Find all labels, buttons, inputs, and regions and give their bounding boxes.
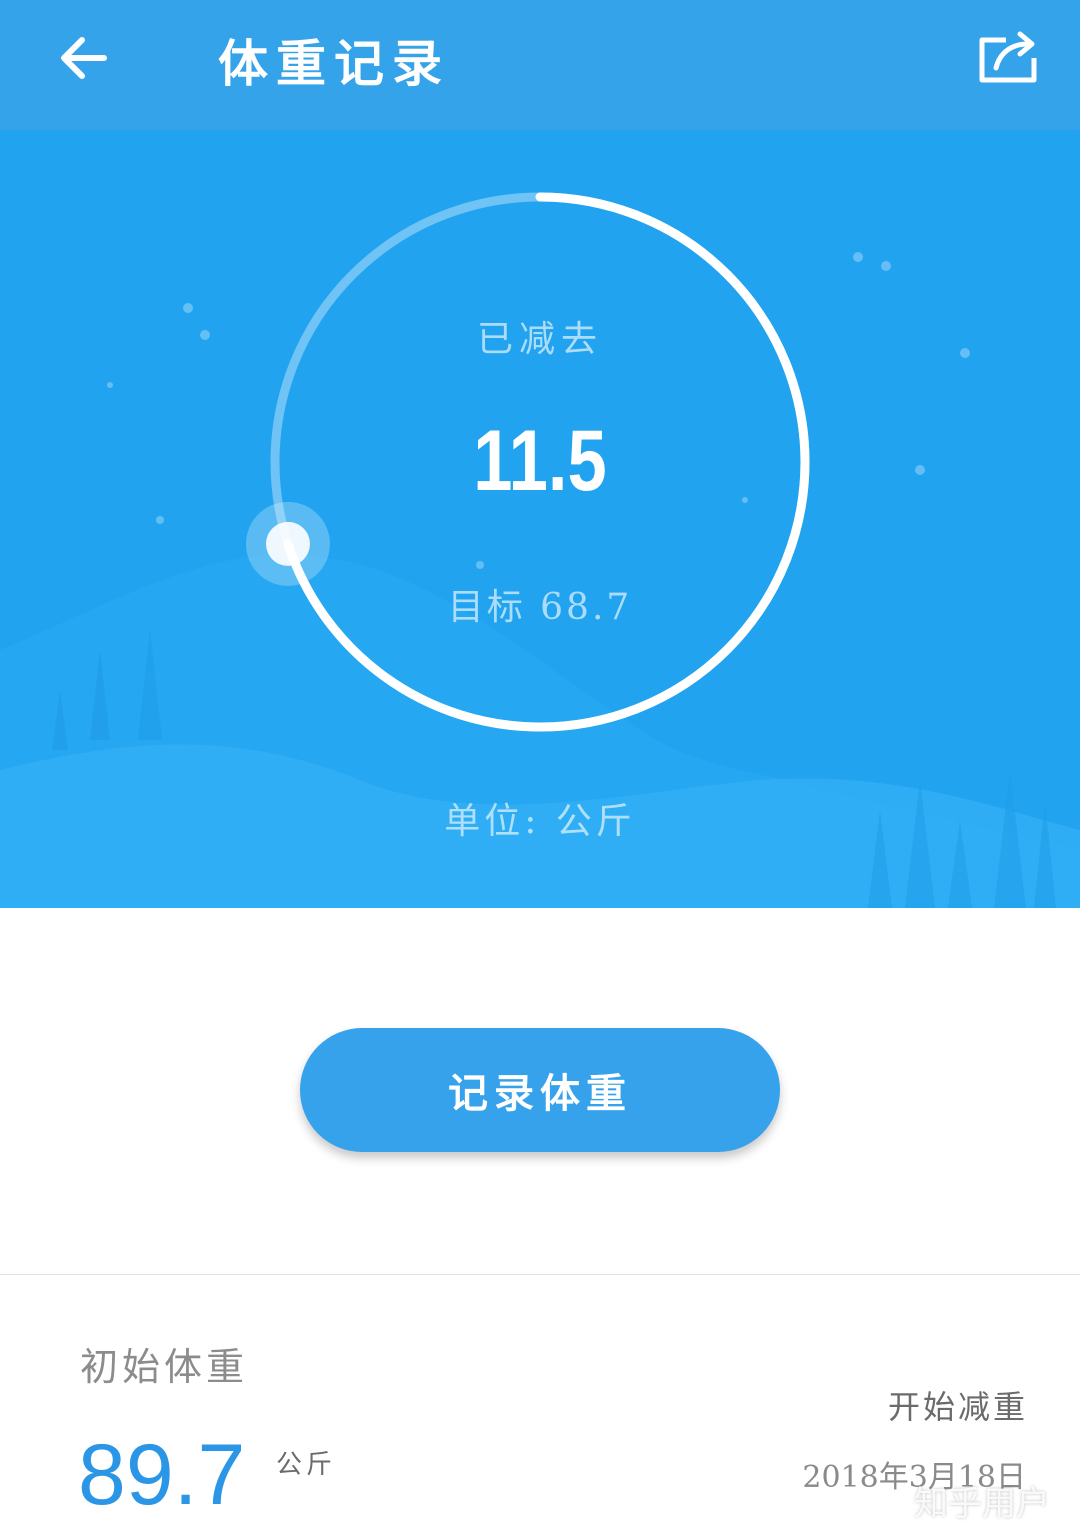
weight-progress-panel: 已减去 11.5 目标 68.7 单位: 公斤 bbox=[0, 130, 1080, 908]
app-bar: 体重记录 bbox=[0, 0, 1080, 130]
lost-label: 已减去 bbox=[476, 319, 603, 360]
record-weight-button[interactable]: 记录体重 bbox=[300, 1028, 780, 1152]
start-label: 开始减重 bbox=[887, 1388, 1028, 1426]
initial-weight-label: 初始体重 bbox=[80, 1345, 249, 1389]
initial-weight-unit: 公斤 bbox=[276, 1450, 337, 1480]
initial-weight-value: 89.7 bbox=[78, 1427, 246, 1523]
lost-value: 11.5 bbox=[473, 413, 607, 509]
share-button[interactable] bbox=[972, 28, 1042, 88]
goal-row: 目标 68.7 bbox=[0, 578, 1080, 630]
goal-label: 目标 bbox=[447, 587, 526, 628]
share-icon bbox=[979, 31, 1037, 83]
arrow-left-icon bbox=[61, 37, 107, 79]
goal-value: 68.7 bbox=[540, 587, 633, 628]
page-title: 体重记录 bbox=[218, 34, 450, 93]
back-button[interactable] bbox=[52, 26, 116, 90]
divider bbox=[0, 1274, 1080, 1275]
unit-label: 单位: 公斤 bbox=[444, 801, 636, 842]
watermark: 知乎用户 bbox=[914, 1484, 1050, 1524]
